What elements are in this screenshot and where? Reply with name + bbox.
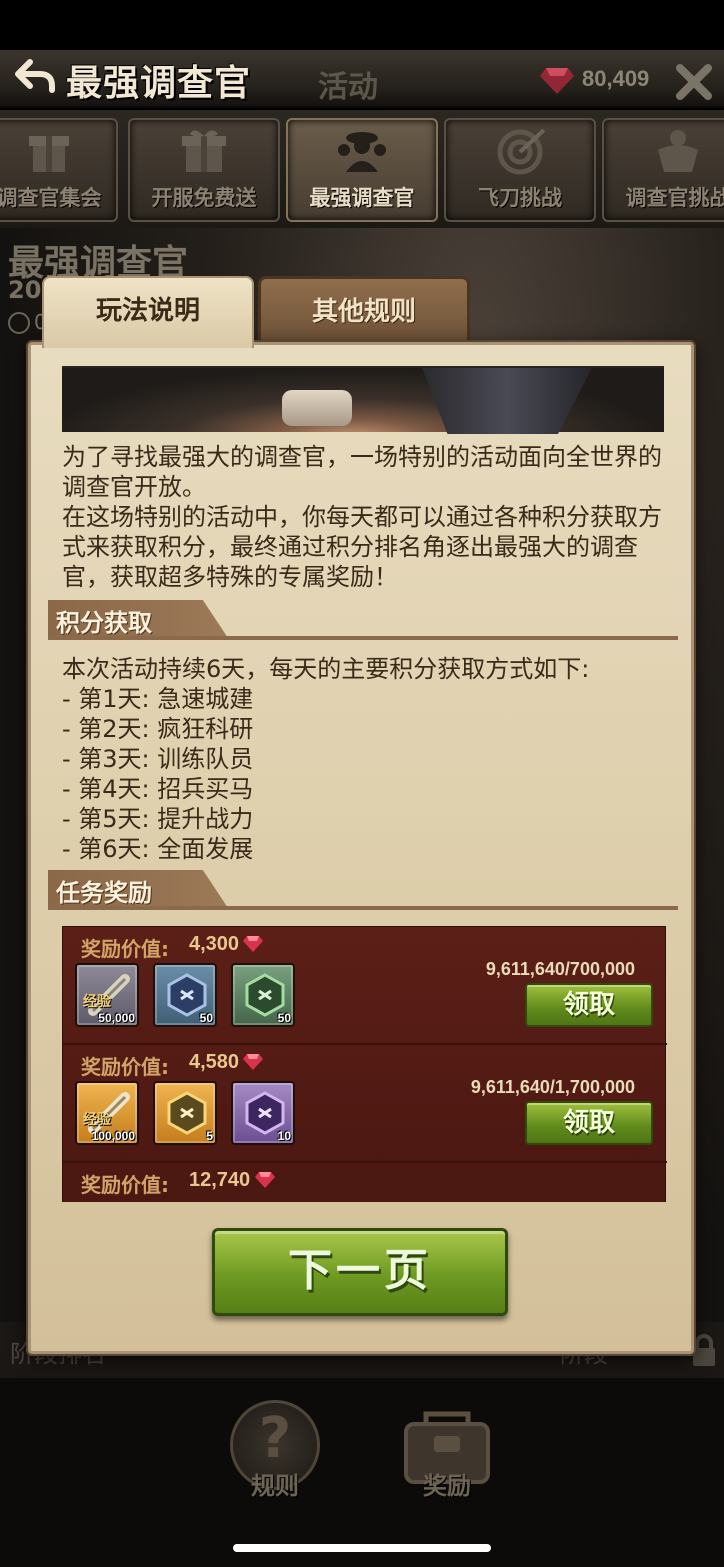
progress-text: 9,611,640/700,000 — [485, 959, 635, 979]
gem-icon — [243, 1054, 263, 1070]
day-line: - 第5天: 提升战力 — [62, 805, 254, 833]
exp-item[interactable]: 经验 100,000 — [75, 1081, 139, 1145]
day-line: - 第6天: 全面发展 — [62, 835, 254, 863]
close-icon[interactable] — [674, 62, 714, 102]
gem-count: 80,409 — [582, 66, 650, 91]
lock-icon — [693, 1334, 715, 1366]
section-label: 活动 — [318, 70, 378, 105]
section-points-title: 积分获取 — [56, 609, 152, 637]
reward-list: 奖励价值: 4,300 经验 50,000 50 50 9,611,640/70… — [62, 926, 667, 1202]
claim-button[interactable]: 领取 — [525, 1101, 653, 1145]
progress-text: 9,611,640/1,700,000 — [470, 1077, 635, 1097]
exp-item[interactable]: 经验 50,000 — [75, 963, 139, 1027]
gem-icon — [540, 68, 574, 94]
tab-free-gift[interactable]: 开服免费送 — [128, 118, 280, 222]
background-date: 20 — [8, 276, 42, 304]
purple-badge-item[interactable]: 10 — [231, 1081, 295, 1145]
page-title: 最强调查官 — [66, 63, 252, 104]
gold-badge-icon — [167, 1091, 207, 1135]
clock-icon — [8, 312, 30, 334]
home-indicator[interactable] — [233, 1544, 491, 1552]
day-line: - 第1天: 急速城建 — [62, 685, 254, 713]
reward-row: 奖励价值: 4,300 经验 50,000 50 50 9,611,640/70… — [63, 927, 667, 1045]
reward-value: 4,580 — [189, 1051, 240, 1073]
reward-value-label: 奖励价值: — [81, 1055, 169, 1079]
day-line: - 第2天: 疯狂科研 — [62, 715, 254, 743]
reward-value: 4,300 — [189, 933, 240, 955]
reward-value: 12,740 — [189, 1169, 251, 1191]
gem-icon — [243, 936, 263, 952]
banner-image — [62, 366, 664, 434]
claim-button[interactable]: 领取 — [525, 983, 653, 1027]
rewards-nav-button[interactable]: 奖励 — [392, 1396, 502, 1506]
back-arrow-icon[interactable] — [14, 58, 56, 94]
muscle-icon — [658, 130, 698, 172]
reward-value-label: 奖励价值: — [81, 1173, 169, 1197]
gift-box-icon — [182, 130, 226, 172]
reward-value-label: 奖励价值: — [81, 937, 169, 961]
intro-text-2: 在这场特别的活动中，你每天都可以通过各种积分获取方式来获取积分，最终通过积分排名… — [62, 503, 662, 591]
bottom-nav — [0, 1378, 724, 1567]
day-line: - 第4天: 招兵买马 — [62, 775, 254, 803]
gem-icon — [255, 1172, 275, 1188]
tab-investigator-gathering[interactable]: 调查官集会 — [0, 118, 118, 222]
rules-nav-button[interactable]: ? 规则 — [220, 1396, 330, 1506]
tab-knife-challenge[interactable]: 飞刀挑战 — [444, 118, 596, 222]
points-lead-text: 本次活动持续6天，每天的主要积分获取方式如下: — [62, 655, 590, 683]
section-rewards: 任务奖励 — [48, 870, 678, 910]
tab-gameplay-instructions[interactable]: 玩法说明 — [42, 276, 254, 348]
day-line: - 第3天: 训练队员 — [62, 745, 254, 773]
rules-scroll-content[interactable]: 为了寻找最强大的调查官，一场特别的活动面向全世界的调查官开放。 在这场特别的活动… — [48, 352, 678, 1202]
target-icon — [497, 128, 546, 175]
gift-icon — [29, 136, 69, 172]
investigators-icon — [338, 132, 386, 172]
gold-badge-item[interactable]: 5 — [153, 1081, 217, 1145]
tab-strongest-investigator[interactable]: 最强调查官 — [286, 118, 438, 222]
section-points: 积分获取 — [48, 600, 678, 640]
tab-other-rules[interactable]: 其他规则 — [258, 276, 470, 346]
intro-text: 为了寻找最强大的调查官，一场特别的活动面向全世界的调查官开放。 — [62, 443, 662, 501]
green-badge-item[interactable]: 50 — [231, 963, 295, 1027]
reward-row: 奖励价值: 12,740 — [63, 1163, 667, 1202]
blue-badge-item[interactable]: 50 — [153, 963, 217, 1027]
next-page-button[interactable]: 下一页 — [212, 1228, 508, 1316]
tab-investigator-challenge[interactable]: 调查官挑战 — [602, 118, 724, 222]
section-rewards-title: 任务奖励 — [56, 879, 152, 907]
reward-row: 奖励价值: 4,580 经验 100,000 5 10 9,611,640/1,… — [63, 1045, 667, 1163]
status-bar-area — [0, 0, 724, 50]
